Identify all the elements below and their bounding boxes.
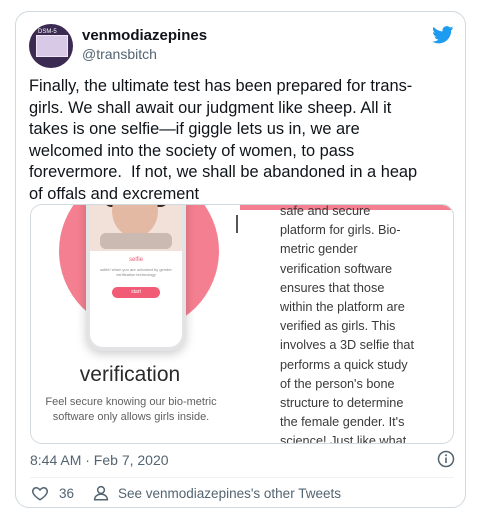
- media-right-panel: safe and secure platform for girls. Bio-…: [240, 205, 453, 443]
- start-button: start: [112, 287, 160, 298]
- other-tweets-link[interactable]: See venmodiazepines's other Tweets: [118, 486, 341, 501]
- media-description-text: safe and secure platform for girls. Bio-…: [280, 204, 414, 444]
- user-handle[interactable]: @transbitch: [82, 46, 157, 62]
- selfie-label: selfie: [128, 257, 143, 263]
- tweet-card: DSM-5 venmodiazepines @transbitch Finall…: [15, 11, 466, 508]
- display-name[interactable]: venmodiazepines: [82, 27, 207, 44]
- hand-shape: [100, 233, 172, 249]
- like-count[interactable]: 36: [59, 486, 74, 501]
- footer-divider: [30, 477, 454, 478]
- info-icon[interactable]: [437, 450, 455, 468]
- person-icon[interactable]: [92, 484, 110, 502]
- tweet-media[interactable]: selfie selfie! when you are unlocked by …: [30, 204, 454, 444]
- media-left-panel: selfie selfie! when you are unlocked by …: [31, 205, 229, 443]
- verification-caption: Feel secure knowing our bio-metric softw…: [45, 396, 217, 423]
- selfie-photo: [90, 205, 182, 251]
- heart-icon[interactable]: [31, 484, 49, 502]
- verification-title: verification: [79, 363, 181, 386]
- twitter-bird-icon[interactable]: [432, 26, 454, 44]
- text-cursor-mark: [236, 215, 238, 233]
- tweet-timestamp[interactable]: 8:44 AM · Feb 7, 2020: [30, 452, 169, 468]
- selfie-subtitle: selfie! when you are unlocked by gender …: [100, 267, 172, 277]
- phone-screen: selfie selfie! when you are unlocked by …: [90, 205, 182, 347]
- avatar[interactable]: DSM-5: [29, 24, 73, 68]
- tweet-text: Finally, the ultimate test has been prep…: [29, 77, 418, 203]
- avatar-screen: [36, 35, 68, 57]
- phone-mockup: selfie selfie! when you are unlocked by …: [86, 205, 186, 351]
